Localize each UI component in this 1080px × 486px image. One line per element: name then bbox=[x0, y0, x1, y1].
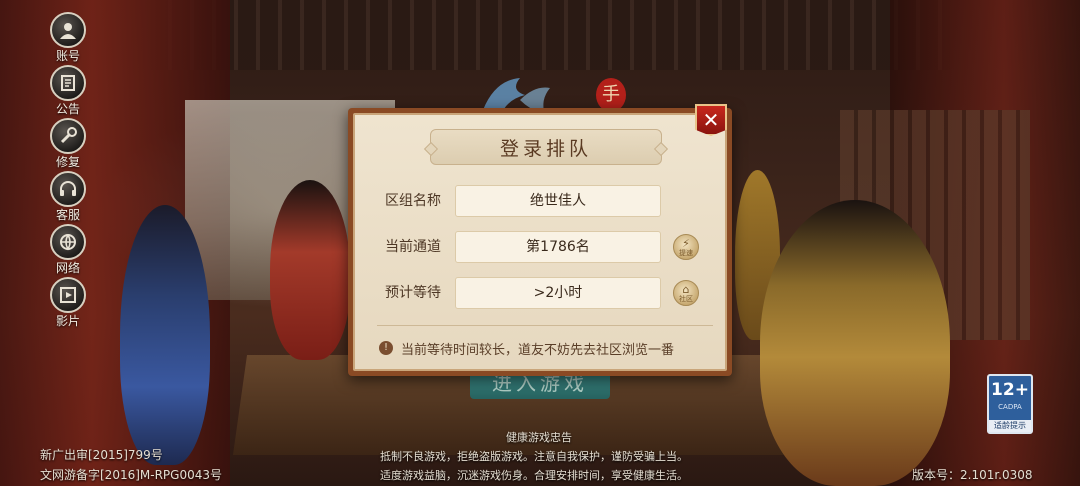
version-number: 版本号：2.101r.0308 bbox=[912, 468, 1033, 482]
account-icon bbox=[50, 12, 86, 48]
character-armored-warrior bbox=[760, 200, 950, 486]
side-item-network[interactable]: 网络 bbox=[46, 224, 90, 277]
row-server: 区组名称 绝世佳人 bbox=[355, 185, 725, 217]
wait-notice: ! 当前等待时间较长，道友不妨先去社区浏览一番 bbox=[379, 337, 719, 359]
character-blue-robe bbox=[120, 205, 210, 465]
side-item-label: 网络 bbox=[55, 261, 80, 275]
network-icon bbox=[50, 224, 86, 260]
license-text-2: 文网游备字[2016]M-RPG0043号 bbox=[40, 468, 222, 482]
side-item-video[interactable]: 影片 bbox=[46, 277, 90, 330]
side-item-account[interactable]: 账号 bbox=[46, 12, 90, 65]
login-queue-dialog: 登录排队 区组名称 绝世佳人 当前通道 第1786名 ⚡ 提速 预计等待 >2小… bbox=[348, 108, 732, 376]
home-icon: ⌂ bbox=[682, 282, 690, 296]
queue-position-value: 第1786名 bbox=[455, 231, 661, 263]
customer-service-icon bbox=[50, 171, 86, 207]
lightning-icon: ⚡ bbox=[682, 236, 690, 250]
health-advice-line-1: 抵制不良游戏，拒绝盗版游戏。注意自我保护，谨防受骗上当。 bbox=[380, 450, 688, 463]
announcement-icon bbox=[50, 65, 86, 101]
close-icon: ✕ bbox=[702, 108, 720, 132]
notice-text: 当前等待时间较长，道友不妨先去社区浏览一番 bbox=[401, 342, 675, 358]
server-label: 区组名称 bbox=[385, 193, 441, 209]
row-queue-position: 当前通道 第1786名 ⚡ 提速 bbox=[355, 231, 725, 263]
age-rating-org: CADPA bbox=[998, 403, 1022, 411]
queue-position-label: 当前通道 bbox=[385, 239, 441, 255]
video-icon bbox=[50, 277, 86, 313]
character-red-dress bbox=[270, 180, 350, 360]
side-item-customer-service[interactable]: 客服 bbox=[46, 171, 90, 224]
side-item-label: 影片 bbox=[55, 314, 80, 328]
community-label: 社区 bbox=[679, 294, 693, 303]
side-menu: 账号 公告 修复 客服 网络 影片 bbox=[46, 12, 90, 330]
age-rating-tip: 适龄提示 bbox=[989, 420, 1031, 432]
side-item-repair[interactable]: 修复 bbox=[46, 118, 90, 171]
background-roof bbox=[150, 0, 950, 70]
dialog-divider bbox=[377, 325, 713, 326]
speed-up-label: 提速 bbox=[679, 248, 693, 257]
side-item-label: 公告 bbox=[55, 102, 80, 116]
row-estimated-wait: 预计等待 >2小时 ⌂ 社区 bbox=[355, 277, 725, 309]
estimated-wait-label: 预计等待 bbox=[385, 285, 441, 301]
health-advice-title: 健康游戏忠告 bbox=[506, 431, 572, 444]
community-button[interactable]: ⌂ 社区 bbox=[673, 280, 699, 306]
side-item-announcement[interactable]: 公告 bbox=[46, 65, 90, 118]
close-dialog-button[interactable]: ✕ bbox=[695, 104, 727, 136]
age-rating-badge[interactable]: 12+ CADPA 适龄提示 bbox=[987, 374, 1033, 434]
estimated-wait-value: >2小时 bbox=[455, 277, 661, 309]
side-item-label: 修复 bbox=[55, 155, 80, 169]
dialog-body: 登录排队 区组名称 绝世佳人 当前通道 第1786名 ⚡ 提速 预计等待 >2小… bbox=[353, 113, 727, 371]
health-advice-line-2: 适度游戏益脑，沉迷游戏伤身。合理安排时间，享受健康生活。 bbox=[380, 469, 688, 482]
license-text-1: 新广出审[2015]799号 bbox=[40, 448, 163, 462]
dialog-title-plate: 登录排队 bbox=[430, 129, 662, 165]
repair-icon bbox=[50, 118, 86, 154]
game-logo-seal: 手 bbox=[596, 78, 626, 112]
speed-up-button[interactable]: ⚡ 提速 bbox=[673, 234, 699, 260]
side-item-label: 账号 bbox=[55, 49, 80, 63]
dialog-title: 登录排队 bbox=[499, 137, 592, 160]
exclamation-icon: ! bbox=[379, 341, 393, 355]
age-rating-number: 12+ bbox=[991, 380, 1029, 400]
server-value: 绝世佳人 bbox=[455, 185, 661, 217]
side-item-label: 客服 bbox=[55, 208, 80, 222]
